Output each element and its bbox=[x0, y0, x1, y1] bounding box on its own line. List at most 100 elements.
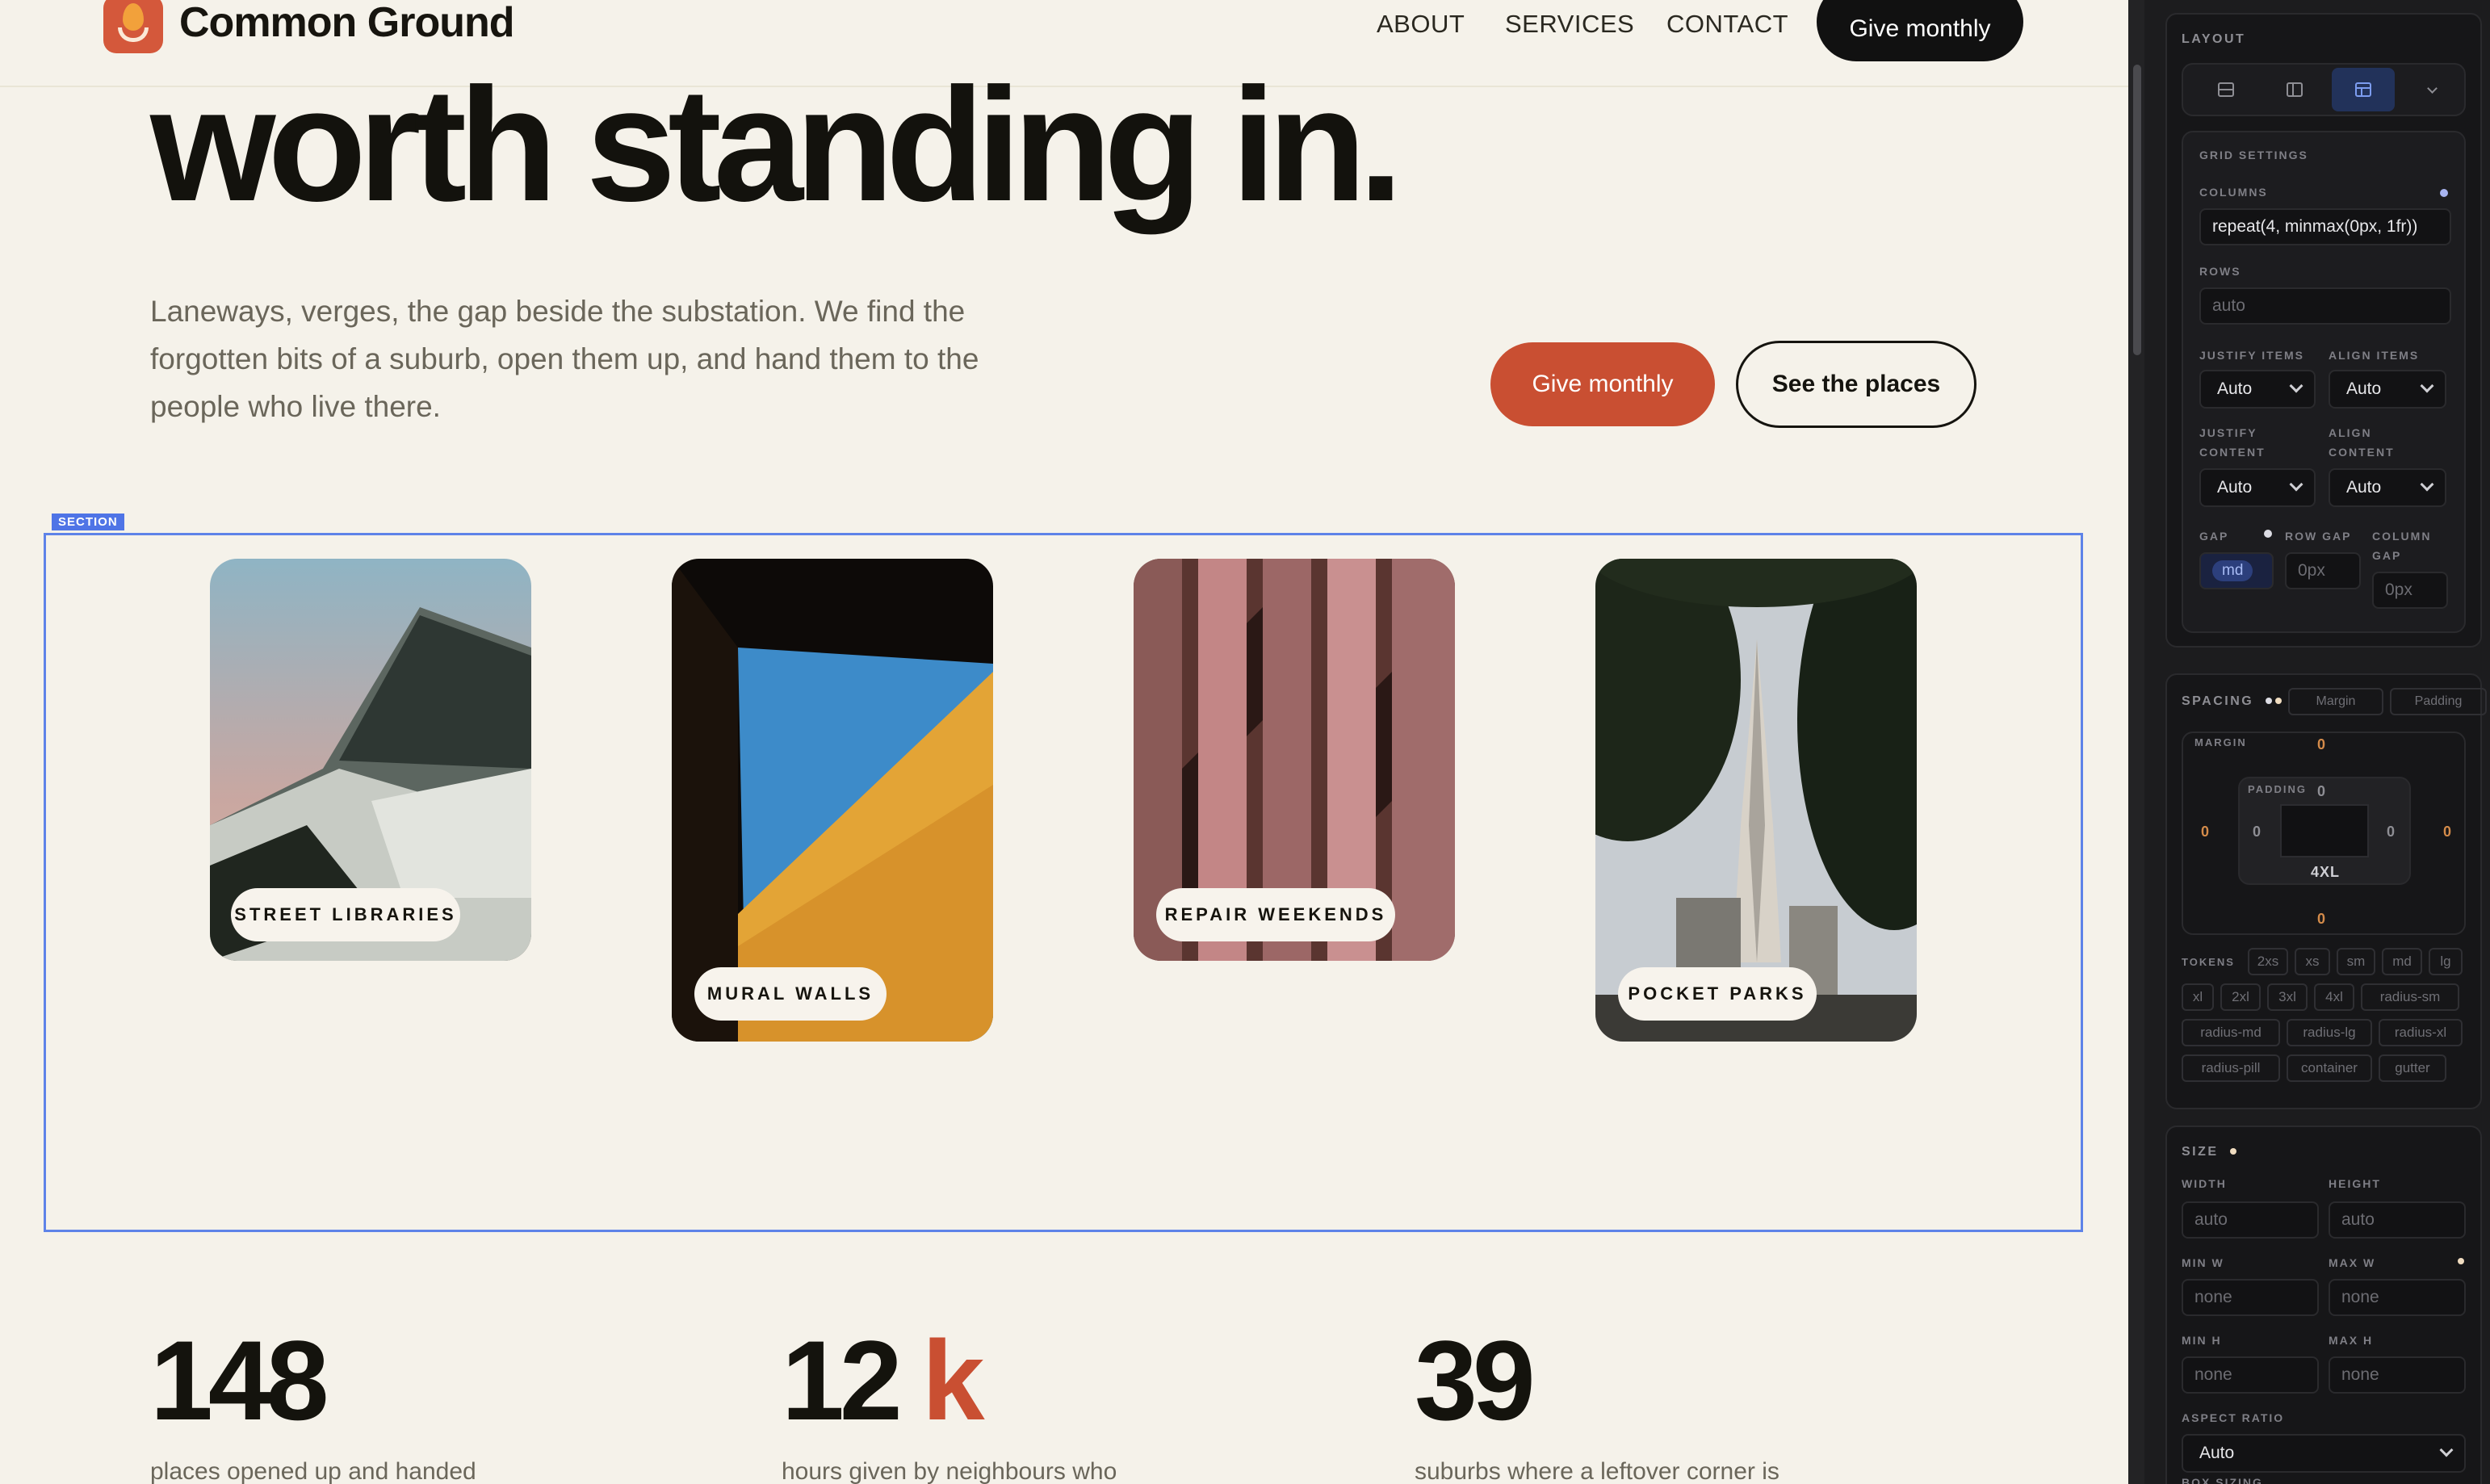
inspector-panel: LAYOUT GRID SETTINGS COLUMNS repeat(4, m… bbox=[2144, 0, 2490, 1484]
margin-label: MARGIN bbox=[2194, 736, 2247, 748]
margin-left-value[interactable]: 0 bbox=[2201, 822, 2211, 841]
justify-items-select[interactable]: Auto bbox=[2199, 370, 2316, 409]
padding-toggle[interactable]: Padding bbox=[2390, 688, 2487, 715]
token-chip[interactable]: radius-pill bbox=[2182, 1054, 2280, 1082]
more-layouts-button[interactable] bbox=[2400, 68, 2463, 111]
token-chip[interactable]: sm bbox=[2337, 948, 2375, 975]
block-layout-button[interactable] bbox=[2194, 68, 2257, 111]
nav-services[interactable]: SERVICES bbox=[1505, 10, 1634, 39]
min-h-input[interactable]: none bbox=[2182, 1356, 2319, 1394]
max-h-input[interactable]: none bbox=[2329, 1356, 2466, 1394]
hero-copy: Laneways, verges, the gap beside the sub… bbox=[150, 295, 979, 423]
chevron-down-icon bbox=[2420, 379, 2434, 393]
columns-input[interactable]: repeat(4, minmax(0px, 1fr)) bbox=[2199, 208, 2451, 245]
modified-dot bbox=[2458, 1258, 2464, 1264]
justify-content-select[interactable]: Auto bbox=[2199, 468, 2316, 507]
width-input[interactable]: auto bbox=[2182, 1201, 2319, 1239]
padding-bottom-value[interactable]: 4xl bbox=[2311, 862, 2340, 882]
token-chip[interactable]: gutter bbox=[2379, 1054, 2446, 1082]
padding-top-value[interactable]: 0 bbox=[2317, 782, 2327, 801]
margin-right-value[interactable]: 0 bbox=[2443, 822, 2453, 841]
aspect-ratio-select[interactable]: Auto bbox=[2182, 1434, 2466, 1473]
stat-suburbs-number: 39 bbox=[1415, 1324, 1536, 1437]
aspect-ratio-label: ASPECT RATIO bbox=[2182, 1411, 2285, 1424]
token-chip[interactable]: xs bbox=[2295, 948, 2330, 975]
token-chip[interactable]: lg bbox=[2429, 948, 2463, 975]
logo-icon[interactable] bbox=[103, 0, 163, 53]
token-chip[interactable]: 2xl bbox=[2220, 983, 2261, 1011]
stat-value: 39 bbox=[1415, 1317, 1536, 1444]
token-chip[interactable]: container bbox=[2287, 1054, 2372, 1082]
card-street-libraries[interactable]: STREET LIBRARIES bbox=[210, 559, 531, 961]
align-content-label: ALIGN CONTENT bbox=[2329, 426, 2395, 459]
nav-contact[interactable]: CONTACT bbox=[1666, 10, 1788, 39]
padding-label: PADDING bbox=[2248, 783, 2307, 795]
rows-input[interactable]: auto bbox=[2199, 287, 2451, 325]
modified-dot bbox=[2440, 189, 2448, 197]
token-chip[interactable]: md bbox=[2382, 948, 2422, 975]
max-w-label: MAX W bbox=[2329, 1256, 2376, 1269]
align-items-select[interactable]: Auto bbox=[2329, 370, 2446, 409]
stat-value: 148 bbox=[150, 1317, 329, 1444]
row-gap-input[interactable]: 0px bbox=[2285, 552, 2361, 589]
justify-items-label: JUSTIFY ITEMS bbox=[2199, 349, 2304, 362]
canvas-scroll-thumb[interactable] bbox=[2133, 65, 2141, 355]
tokens-label: TOKENS bbox=[2182, 956, 2235, 968]
nav-about[interactable]: ABOUT bbox=[1377, 10, 1465, 39]
give-monthly-button[interactable]: Give monthly bbox=[1490, 342, 1715, 426]
token-chip[interactable]: radius-xl bbox=[2379, 1019, 2463, 1046]
width-label: WIDTH bbox=[2182, 1177, 2227, 1190]
token-chip[interactable]: 2xs bbox=[2248, 948, 2288, 975]
max-w-input[interactable]: none bbox=[2329, 1279, 2466, 1316]
align-content-select[interactable]: Auto bbox=[2329, 468, 2446, 507]
grid-settings-label: GRID SETTINGS bbox=[2199, 149, 2308, 161]
chevron-down-icon bbox=[2289, 379, 2303, 393]
size-label: SIZE bbox=[2182, 1145, 2219, 1159]
card-pocket-parks[interactable]: POCKET PARKS bbox=[1595, 559, 1917, 1042]
gap-token: md bbox=[2212, 560, 2253, 581]
column-gap-label: COLUMN GAP bbox=[2372, 530, 2432, 562]
token-chip[interactable]: 4xl bbox=[2314, 983, 2354, 1011]
flex-layout-button[interactable] bbox=[2263, 68, 2326, 111]
spacing-label: SPACING bbox=[2182, 694, 2254, 708]
token-chip[interactable]: radius-md bbox=[2182, 1019, 2280, 1046]
margin-top-value[interactable]: 0 bbox=[2317, 735, 2327, 754]
row-gap-label: ROW GAP bbox=[2285, 530, 2352, 543]
min-w-input[interactable]: none bbox=[2182, 1279, 2319, 1316]
stat-places-desc: places opened up and handed bbox=[150, 1458, 476, 1484]
modified-dot bbox=[2266, 698, 2272, 704]
brand-name[interactable]: Common Ground bbox=[179, 0, 515, 47]
token-chip[interactable]: radius-sm bbox=[2361, 983, 2459, 1011]
card-label: REPAIR WEEKENDS bbox=[1156, 888, 1395, 941]
rows-label: ROWS bbox=[2199, 265, 2241, 278]
columns-label: COLUMNS bbox=[2199, 186, 2268, 199]
stat-unit: k bbox=[921, 1317, 985, 1444]
token-chip[interactable]: xl bbox=[2182, 983, 2214, 1011]
margin-toggle[interactable]: Margin bbox=[2288, 688, 2383, 715]
hero-title: worth standing in. bbox=[150, 55, 1403, 235]
website-canvas: Common Ground ABOUT SERVICES CONTACT Giv… bbox=[0, 0, 2128, 1484]
see-places-button[interactable]: See the places bbox=[1736, 341, 1976, 428]
card-repair-weekends[interactable]: REPAIR WEEKENDS bbox=[1134, 559, 1455, 961]
chevron-down-icon bbox=[2439, 1443, 2454, 1457]
token-chip[interactable]: radius-lg bbox=[2287, 1019, 2372, 1046]
margin-bottom-value[interactable]: 0 bbox=[2317, 909, 2327, 929]
grid-layout-button[interactable] bbox=[2332, 68, 2395, 111]
chevron-down-icon bbox=[2420, 477, 2434, 492]
select-value: Auto bbox=[2346, 478, 2382, 497]
token-chip[interactable]: 3xl bbox=[2267, 983, 2308, 1011]
column-gap-input[interactable]: 0px bbox=[2372, 572, 2448, 609]
max-h-label: MAX H bbox=[2329, 1334, 2374, 1347]
stat-places-number: 148 bbox=[150, 1324, 329, 1437]
height-label: HEIGHT bbox=[2329, 1177, 2381, 1190]
select-value: Auto bbox=[2199, 1444, 2235, 1462]
gap-input[interactable]: md bbox=[2199, 552, 2274, 589]
layout-label: LAYOUT bbox=[2182, 32, 2246, 46]
stat-hours-desc: hours given by neighbours who bbox=[782, 1458, 1117, 1484]
height-input[interactable]: auto bbox=[2329, 1201, 2466, 1239]
gap-label: GAP bbox=[2199, 530, 2229, 543]
padding-left-value[interactable]: 0 bbox=[2253, 822, 2262, 841]
card-mural-walls[interactable]: MURAL WALLS bbox=[672, 559, 993, 1042]
padding-right-value[interactable]: 0 bbox=[2387, 822, 2396, 841]
nav-give-monthly-button[interactable]: Give monthly bbox=[1817, 0, 2023, 61]
